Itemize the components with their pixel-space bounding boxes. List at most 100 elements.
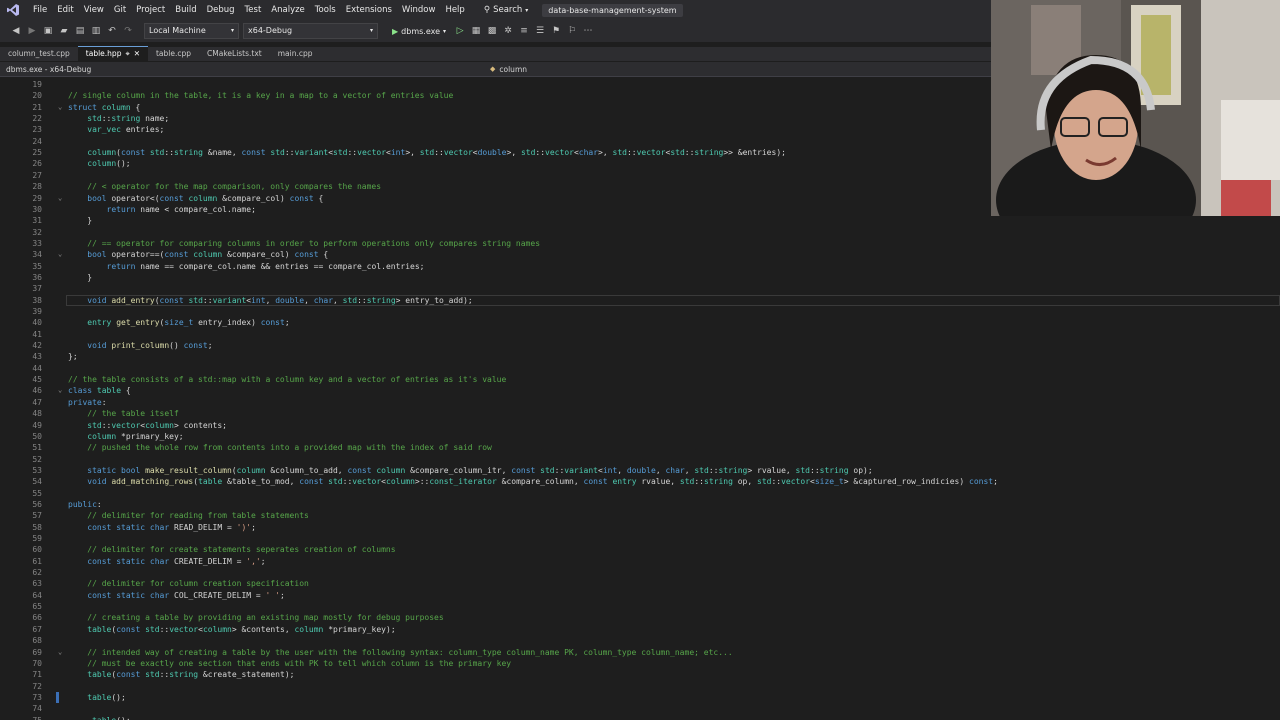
code-line[interactable]: 69 ⌄ // intended way of creating a table … [0, 647, 1280, 658]
code-line[interactable]: 64 const static char COL_CREATE_DELIM = … [0, 590, 1280, 601]
code-line[interactable]: 53 static bool make_result_column(column… [0, 465, 1280, 476]
code-line[interactable]: 65 [0, 601, 1280, 612]
code-line[interactable]: 34 ⌄ bool operator==(const column &compar… [0, 249, 1280, 260]
fold-toggle-icon[interactable]: ⌄ [58, 102, 62, 113]
code-line[interactable]: 67 table(const std::vector<column> &cont… [0, 624, 1280, 635]
code-line[interactable]: 31 } [0, 215, 1280, 226]
code-line[interactable]: 75 ~table(); [0, 715, 1280, 720]
bookmark-icon[interactable]: ⚑ [550, 25, 562, 37]
code-line[interactable]: 36 } [0, 272, 1280, 283]
code-line[interactable]: 58 const static char READ_DELIM = ')'; [0, 522, 1280, 533]
code-text: // delimiter for create statements seper… [87, 545, 396, 555]
code-line[interactable]: 50 column *primary_key; [0, 431, 1280, 442]
layout-icon[interactable]: ▩ [486, 25, 498, 37]
redo-icon[interactable]: ↷ [122, 25, 134, 37]
code-line[interactable]: 37 [0, 283, 1280, 294]
fold-toggle-icon[interactable]: ⌄ [58, 385, 62, 396]
project-dropdown[interactable]: dbms.exe - x64-Debug [0, 65, 486, 74]
code-line[interactable]: 45 // the table consists of a std::map wi… [0, 374, 1280, 385]
menu-help[interactable]: Help [440, 0, 469, 20]
code-line[interactable]: 48 // the table itself [0, 408, 1280, 419]
code-line[interactable]: 33 // == operator for comparing columns … [0, 238, 1280, 249]
line-number: 74 [32, 704, 42, 714]
code-line[interactable]: 54 void add_matching_rows(table &table_t… [0, 476, 1280, 487]
code-text: // delimiter for column creation specifi… [87, 579, 309, 589]
code-line[interactable]: 47 private: [0, 397, 1280, 408]
code-line[interactable]: 51 // pushed the whole row from contents… [0, 442, 1280, 453]
menu-build[interactable]: Build [170, 0, 201, 20]
search-button[interactable]: ⚲ Search ▾ [478, 5, 534, 15]
open-folder-icon[interactable]: ▰ [58, 25, 70, 37]
fold-toggle-icon[interactable]: ⌄ [58, 647, 62, 658]
indent-icon[interactable]: ☰ [534, 25, 546, 37]
code-line[interactable]: 41 [0, 329, 1280, 340]
code-line[interactable]: 52 [0, 454, 1280, 465]
forward-icon[interactable]: ▶ [26, 25, 38, 37]
pin-icon[interactable]: ⌖ [125, 47, 129, 61]
fold-toggle-icon[interactable]: ⌄ [58, 249, 62, 260]
align-left-icon[interactable]: ≡ [518, 25, 530, 37]
line-number: 54 [32, 477, 42, 487]
code-line[interactable]: 40 entry get_entry(size_t entry_index) c… [0, 317, 1280, 328]
line-number: 42 [32, 341, 42, 351]
bookmark-nav-icon[interactable]: ⚐ [566, 25, 578, 37]
settings-icon[interactable]: ✲ [502, 25, 514, 37]
code-line[interactable]: 70 // must be exactly one section that e… [0, 658, 1280, 669]
back-icon[interactable]: ◀ [10, 25, 22, 37]
menu-git[interactable]: Git [109, 0, 131, 20]
menu-tools[interactable]: Tools [310, 0, 341, 20]
code-line[interactable]: 43}; [0, 351, 1280, 362]
code-line[interactable]: 62 [0, 567, 1280, 578]
toolbar-extra-icon[interactable]: ▦ [470, 25, 482, 37]
code-line[interactable]: 68 [0, 635, 1280, 646]
configuration-dropdown[interactable]: Local Machine ▾ [144, 23, 239, 39]
code-line[interactable]: 63 // delimiter for column creation spec… [0, 578, 1280, 589]
tab-table-hpp[interactable]: table.hpp ⌖ ✕ [77, 46, 148, 61]
tab-cmakelists-txt[interactable]: CMakeLists.txt [199, 47, 270, 61]
scope-dropdown[interactable]: ◆ column [486, 65, 527, 74]
code-line[interactable]: 44 [0, 363, 1280, 374]
code-line[interactable]: 55 [0, 488, 1280, 499]
more-icon[interactable]: ⋯ [582, 25, 594, 37]
code-line[interactable]: 39 [0, 306, 1280, 317]
fold-toggle-icon[interactable]: ⌄ [58, 193, 62, 204]
menu-file[interactable]: File [28, 0, 52, 20]
tab-main-cpp[interactable]: main.cpp [270, 47, 321, 61]
code-line[interactable]: 49 std::vector<column> contents; [0, 420, 1280, 431]
undo-icon[interactable]: ↶ [106, 25, 118, 37]
menu-debug[interactable]: Debug [202, 0, 240, 20]
platform-dropdown[interactable]: x64-Debug ▾ [243, 23, 378, 39]
menu-view[interactable]: View [79, 0, 109, 20]
menu-extensions[interactable]: Extensions [341, 0, 397, 20]
code-text: void print_column() const; [87, 341, 213, 351]
code-line[interactable]: 59 [0, 533, 1280, 544]
start-without-debugging-icon[interactable]: ▷ [454, 25, 466, 37]
code-line[interactable]: 38 void add_entry(const std::variant<int… [0, 295, 1280, 306]
save-all-icon[interactable]: ▥ [90, 25, 102, 37]
code-line[interactable]: 57 // delimiter for reading from table s… [0, 510, 1280, 521]
save-icon[interactable]: ▤ [74, 25, 86, 37]
new-file-icon[interactable]: ▣ [42, 25, 54, 37]
code-line[interactable]: 74 [0, 703, 1280, 714]
code-line[interactable]: 72 [0, 681, 1280, 692]
tab-column_test-cpp[interactable]: column_test.cpp [0, 47, 78, 61]
code-line[interactable]: 60 // delimiter for create statements se… [0, 544, 1280, 555]
code-line[interactable]: 56 public: [0, 499, 1280, 510]
menu-test[interactable]: Test [240, 0, 267, 20]
code-line[interactable]: 42 void print_column() const; [0, 340, 1280, 351]
code-line[interactable]: 61 const static char CREATE_DELIM = ','; [0, 556, 1280, 567]
start-debugging-button[interactable]: ▶ dbms.exe ▾ [388, 27, 450, 36]
tab-table-cpp[interactable]: table.cpp [148, 47, 199, 61]
menu-analyze[interactable]: Analyze [266, 0, 310, 20]
visual-studio-logo-icon[interactable] [6, 3, 20, 17]
menu-window[interactable]: Window [397, 0, 441, 20]
code-line[interactable]: 46 ⌄ class table { [0, 385, 1280, 396]
code-line[interactable]: 32 [0, 227, 1280, 238]
menu-edit[interactable]: Edit [52, 0, 78, 20]
menu-project[interactable]: Project [131, 0, 170, 20]
code-line[interactable]: 66 // creating a table by providing an e… [0, 612, 1280, 623]
code-line[interactable]: 73 table(); [0, 691, 1280, 703]
close-icon[interactable]: ✕ [134, 47, 140, 61]
code-line[interactable]: 71 table(const std::string &create_state… [0, 669, 1280, 680]
code-line[interactable]: 35 return name == compare_col.name && en… [0, 261, 1280, 272]
